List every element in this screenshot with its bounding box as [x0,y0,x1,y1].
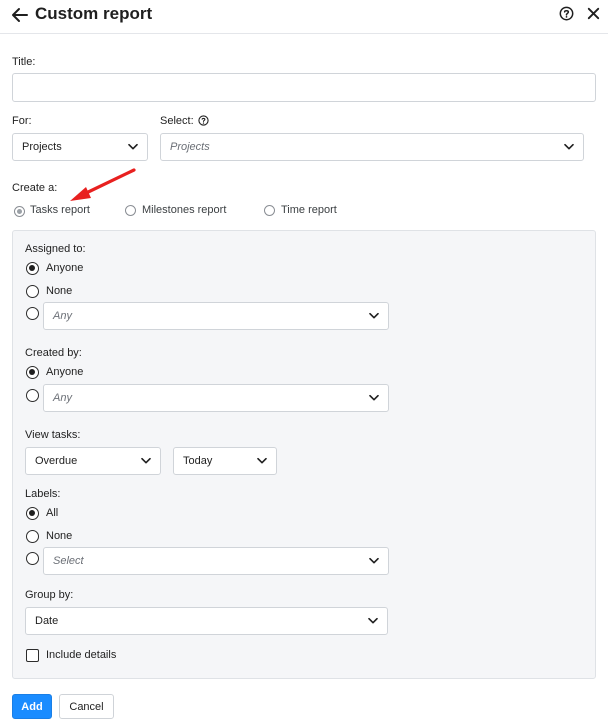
view-tasks-status-select[interactable]: Overdue [25,447,161,475]
select-label: Select: [160,115,194,127]
chevron-down-icon [369,557,379,564]
page-title: Custom report [35,4,153,23]
labels-none-radio[interactable] [26,530,39,543]
create-label: Create a: [12,182,58,194]
view-tasks-label: View tasks: [25,429,81,441]
created-by-select[interactable]: Any [43,384,389,412]
view-tasks-date-select[interactable]: Today [173,447,277,475]
created-by-label: Created by: [25,347,82,359]
tasks-report-radio[interactable] [14,206,25,217]
labels-none-label: None [46,530,73,542]
time-report-radio[interactable] [264,205,275,216]
cancel-button[interactable]: Cancel [59,694,114,719]
created-custom-radio[interactable] [26,389,39,402]
title-input[interactable] [12,73,596,102]
assigned-none-label: None [46,285,73,297]
chevron-down-icon [564,143,574,150]
chevron-down-icon [369,312,379,319]
time-report-label: Time report [281,204,337,216]
assigned-anyone-radio[interactable] [26,262,39,275]
for-select[interactable]: Projects [12,133,148,161]
projects-select[interactable]: Projects [160,133,584,161]
labels-all-label: All [46,507,59,519]
view-tasks-date-value: Today [183,455,213,467]
dialog-header: Custom report [0,0,608,34]
chevron-down-icon [368,617,378,624]
assigned-to-select-placeholder: Any [53,310,72,322]
created-anyone-label: Anyone [46,366,84,378]
add-button[interactable]: Add [12,694,52,719]
projects-select-placeholder: Projects [170,141,210,153]
created-anyone-radio[interactable] [26,366,39,379]
for-select-value: Projects [22,141,62,153]
view-tasks-status-value: Overdue [35,455,78,467]
include-details-label: Include details [46,649,117,661]
chevron-down-icon [369,394,379,401]
group-by-label: Group by: [25,589,74,601]
help-circle-icon[interactable] [559,6,574,21]
labels-label: Labels: [25,488,61,500]
help-circle-icon[interactable] [198,115,209,126]
annotation-arrow-icon [70,168,136,201]
arrow-left-icon[interactable] [10,5,30,25]
chevron-down-icon [257,457,267,464]
assigned-to-label: Assigned to: [25,243,86,255]
title-label: Title: [12,56,36,68]
group-by-value: Date [35,615,59,627]
group-by-select[interactable]: Date [25,607,388,635]
labels-select[interactable]: Select [43,547,389,575]
assigned-custom-radio[interactable] [26,307,39,320]
chevron-down-icon [141,457,151,464]
labels-select-placeholder: Select [53,555,84,567]
for-label: For: [12,115,32,127]
labels-custom-radio[interactable] [26,552,39,565]
assigned-none-radio[interactable] [26,285,39,298]
assigned-anyone-label: Anyone [46,262,84,274]
labels-all-radio[interactable] [26,507,39,520]
created-by-select-placeholder: Any [53,392,72,404]
close-icon[interactable] [585,5,602,22]
include-details-checkbox[interactable] [26,649,39,662]
milestones-report-label: Milestones report [142,204,227,216]
chevron-down-icon [128,143,138,150]
assigned-to-select[interactable]: Any [43,302,389,330]
